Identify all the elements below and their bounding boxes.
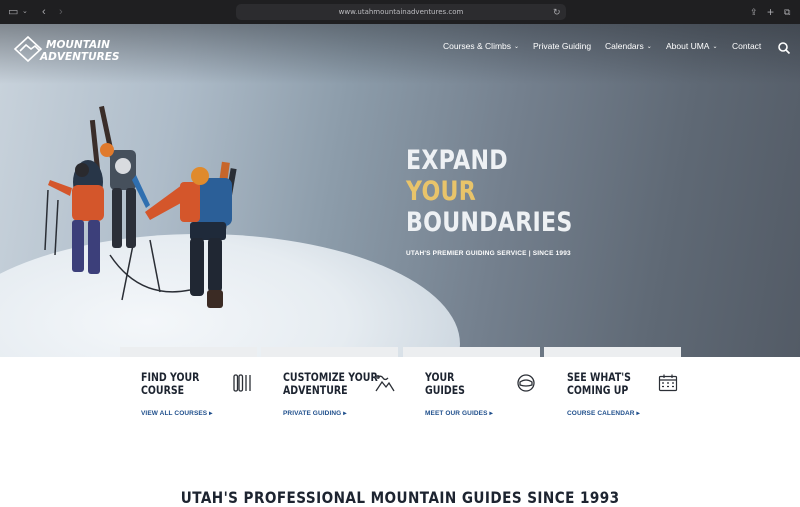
nav-contact[interactable]: Contact	[732, 41, 761, 51]
chevron-down-icon: ⌄	[646, 44, 652, 50]
card-your-guides[interactable]: YOUR GUIDES MEET OUR GUIDES ▸	[403, 357, 543, 425]
reload-icon[interactable]: ↻	[553, 0, 561, 24]
logo-text-mountain: MOUNTAIN	[46, 39, 110, 51]
climbers-image	[44, 105, 237, 308]
hero-headline-line1: EXPAND	[406, 145, 508, 176]
skis-icon	[233, 374, 251, 392]
calendar-icon	[658, 374, 678, 392]
chevron-down-icon[interactable]: ⌄	[22, 0, 28, 24]
section-heading: UTAH'S PROFESSIONAL MOUNTAIN GUIDES SINC…	[180, 488, 620, 507]
url-text: www.utahmountainadventures.com	[338, 8, 464, 16]
card-tab	[120, 347, 257, 357]
course-calendar-link[interactable]: COURSE CALENDAR ▸	[567, 409, 640, 417]
browser-toolbar: ▭ ⌄ ‹ › ☰ www.utahmountainadventures.com…	[0, 0, 800, 24]
forward-icon[interactable]: ›	[59, 0, 63, 24]
search-icon[interactable]	[777, 41, 791, 55]
goggles-icon	[517, 374, 535, 392]
uma-logo[interactable]: MOUNTAIN ADVENTURES	[12, 34, 120, 64]
nav-calendars[interactable]: Calendars ⌄	[605, 41, 652, 51]
nav-label: Courses & Climbs	[443, 41, 512, 51]
chevron-down-icon: ⌄	[514, 44, 520, 50]
back-icon[interactable]: ‹	[42, 0, 46, 24]
nav-label: Private Guiding	[533, 41, 592, 51]
nav-courses-climbs[interactable]: Courses & Climbs ⌄	[443, 41, 519, 51]
meet-our-guides-link[interactable]: MEET OUR GUIDES ▸	[425, 409, 493, 417]
nav-label: About UMA	[666, 41, 710, 51]
logo-text-adventures: ADVENTURES	[39, 51, 119, 63]
hero-tagline: UTAH'S PREMIER GUIDING SERVICE | SINCE 1…	[406, 250, 571, 257]
address-bar[interactable]: www.utahmountainadventures.com	[236, 4, 566, 20]
card-find-course[interactable]: FIND YOUR COURSE VIEW ALL COURSES ▸	[119, 357, 259, 425]
card-title: YOUR GUIDES	[425, 370, 465, 397]
share-icon[interactable]: ⇪	[750, 0, 758, 24]
nav-label: Contact	[732, 41, 762, 51]
hero-headline-line2: YOUR	[406, 176, 477, 207]
nav-private-guiding[interactable]: Private Guiding	[533, 41, 591, 51]
mountain-route-icon	[375, 375, 395, 392]
card-title: SEE WHAT'S COMING UP	[567, 370, 631, 397]
new-tab-icon[interactable]: +	[767, 0, 774, 24]
sidebar-toggle-icon[interactable]: ▭	[8, 0, 18, 24]
nav-about-uma[interactable]: About UMA ⌄	[666, 41, 718, 51]
card-tab	[261, 347, 398, 357]
card-tab	[544, 347, 681, 357]
card-tab	[403, 347, 540, 357]
hero-headline-line3: BOUNDARIES	[406, 207, 573, 238]
card-customize-adventure[interactable]: CUSTOMIZE YOUR ADVENTURE PRIVATE GUIDING …	[261, 357, 401, 425]
nav-label: Calendars	[605, 41, 644, 51]
card-title: FIND YOUR COURSE	[141, 370, 200, 397]
chevron-down-icon: ⌄	[712, 44, 718, 50]
card-coming-up[interactable]: SEE WHAT'S COMING UP COURSE CALENDAR ▸	[545, 357, 685, 425]
tab-overview-icon[interactable]: ⧉	[784, 0, 790, 24]
private-guiding-link[interactable]: PRIVATE GUIDING ▸	[283, 409, 347, 417]
view-all-courses-link[interactable]: VIEW ALL COURSES ▸	[141, 409, 213, 417]
card-title: CUSTOMIZE YOUR ADVENTURE	[283, 370, 378, 397]
